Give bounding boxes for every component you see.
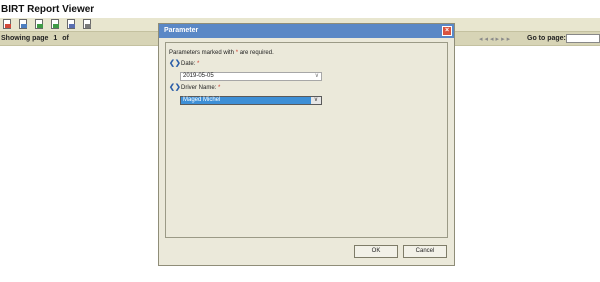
export-data-icon[interactable]: [34, 19, 45, 30]
last-page-icon[interactable]: ▸▸: [501, 36, 512, 43]
parameter-dialog: Parameter × Parameters marked with * are…: [158, 23, 455, 266]
dialog-title: Parameter: [164, 27, 199, 34]
driver-name-select[interactable]: Maged Michel ∨: [180, 96, 322, 105]
driver-name-label: Driver Name: *: [181, 85, 220, 91]
go-to-page-input[interactable]: [566, 34, 600, 43]
go-to-page-label: Go to page:: [527, 35, 566, 42]
first-page-icon[interactable]: ◂◂: [479, 36, 490, 43]
date-value: 2019-05-05: [183, 73, 214, 79]
required-note-prefix: Parameters marked with: [169, 50, 235, 56]
current-page: 1: [53, 35, 58, 42]
cancel-button[interactable]: Cancel: [403, 245, 447, 258]
print-icon[interactable]: [66, 19, 77, 30]
page-status: Showing page 1 of: [1, 35, 72, 42]
dialog-title-bar: Parameter ×: [159, 24, 454, 38]
driver-name-label-text: Driver Name:: [181, 85, 217, 91]
chevron-down-icon: ∨: [311, 97, 321, 104]
close-icon[interactable]: ×: [442, 26, 452, 36]
parameters-icon[interactable]: [18, 19, 29, 30]
driver-name-required-star: *: [218, 85, 221, 91]
showing-label: Showing page: [1, 35, 49, 42]
page-navigation: ◂◂◂▸▸▸: [479, 35, 512, 43]
required-note-suffix: are required.: [239, 50, 274, 56]
date-select[interactable]: 2019-05-05 ∨: [180, 72, 322, 81]
export-report-icon[interactable]: [50, 19, 61, 30]
parameters-panel: Parameters marked with * are required. ❮…: [165, 42, 448, 238]
date-label-text: Date:: [181, 61, 196, 67]
date-label: Date: *: [181, 61, 199, 67]
chevron-down-icon: ∨: [314, 73, 319, 79]
print-server-icon[interactable]: [82, 19, 93, 30]
driver-name-value: Maged Michel: [183, 97, 221, 103]
required-note: Parameters marked with * are required.: [169, 50, 274, 56]
toc-icon[interactable]: [2, 19, 13, 30]
date-required-star: *: [197, 61, 200, 67]
parameter-icon: ❮❯: [169, 84, 181, 91]
of-label: of: [62, 35, 69, 42]
required-star: *: [235, 50, 239, 56]
ok-button[interactable]: OK: [354, 245, 398, 258]
parameter-icon: ❮❯: [169, 60, 181, 67]
app-title: BIRT Report Viewer: [1, 4, 95, 15]
